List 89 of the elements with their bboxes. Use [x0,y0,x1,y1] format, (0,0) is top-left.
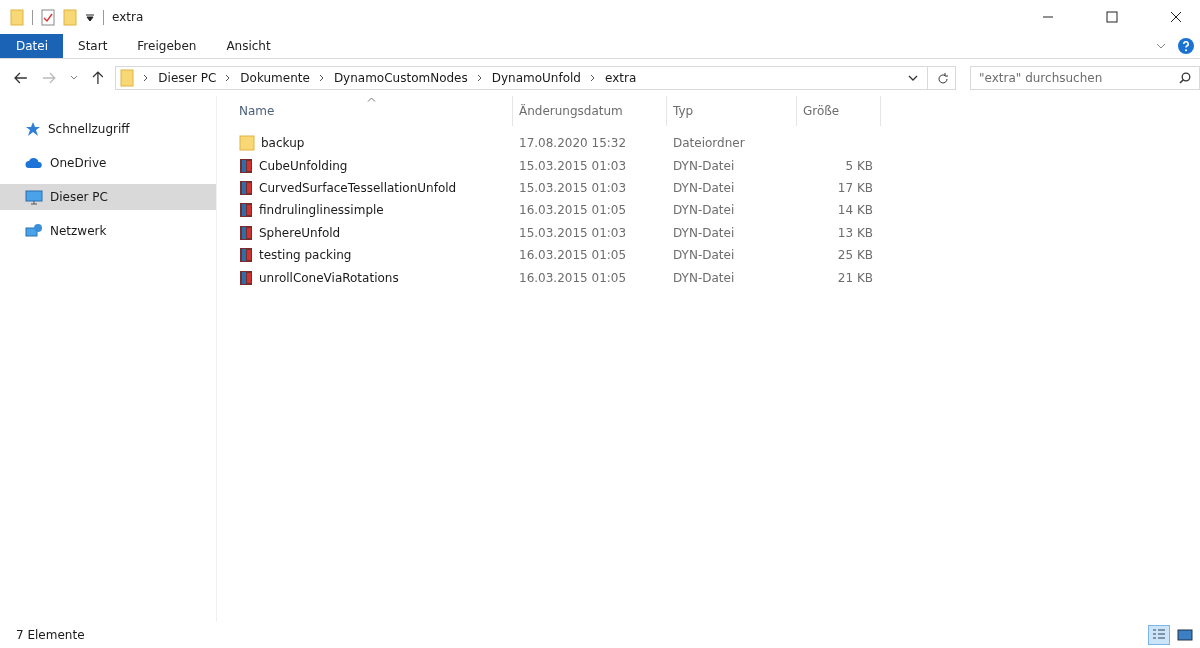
date-cell: 17.08.2020 15:32 [519,136,627,151]
type-cell: DYN-Datei [673,248,735,263]
file-row[interactable]: unrollConeViaRotations 16.03.2015 01:05 DYN-Datei 21 KB [233,266,1200,289]
date-cell: 15.03.2015 01:03 [519,225,627,240]
file-name: findrulinglinessimple [259,203,384,218]
refresh-icon[interactable] [937,71,949,85]
chevron-right-icon[interactable] [143,74,150,82]
file-name: testing packing [259,248,352,263]
size-cell: 21 KB [837,270,873,285]
image-icon [1177,628,1193,642]
sidebar-item[interactable]: Schnellzugriff [0,116,216,142]
date-cell: 15.03.2015 01:03 [519,158,627,173]
file-icon [239,269,253,286]
chevron-right-icon[interactable] [318,74,325,82]
file-row[interactable]: CubeUnfolding 15.03.2015 01:03 DYN-Datei 5 KB [233,154,1200,177]
file-name: CurvedSurfaceTessellationUnfold [259,180,457,195]
type-cell: Dateiordner [673,136,745,151]
date-cell: 16.03.2015 01:05 [519,248,627,263]
search-icon [1179,72,1191,84]
sidebar-label: Dieser PC [50,190,108,204]
file-tab[interactable]: Datei [0,34,63,58]
file-row[interactable]: SphereUnfold 15.03.2015 01:03 DYN-Datei 13 KB [233,221,1200,244]
chevron-right-icon[interactable] [590,74,596,82]
help-icon[interactable] [1178,38,1194,54]
file-row[interactable]: findrulinglinessimple 16.03.2015 01:05 DYN-Datei 14 KB [233,199,1200,222]
file-icon [239,247,253,264]
breadcrumb-item[interactable]: Dokumente [240,71,310,85]
dropdown-icon[interactable] [85,12,95,22]
search-field[interactable]: "extra" durchsuchen [970,66,1200,90]
file-icon [239,202,253,219]
column-header[interactable]: Name [233,96,513,126]
up-arrow-icon[interactable] [91,71,104,85]
size-cell: 17 KB [837,180,873,195]
sidebar-label: OneDrive [50,156,107,170]
date-cell: 16.03.2015 01:05 [519,270,627,285]
chevron-right-icon[interactable] [476,74,483,82]
sidebar-item[interactable]: Netzwerk [0,218,216,244]
type-cell: DYN-Datei [673,158,735,173]
file-name: SphereUnfold [259,225,341,240]
back-arrow-icon[interactable] [14,72,28,84]
maximize-icon[interactable] [1106,11,1118,23]
network-icon [25,223,43,239]
file-name: CubeUnfolding [259,158,348,173]
date-cell: 16.03.2015 01:05 [519,203,627,218]
item-count: 7 Elemente [16,628,85,642]
star-icon [25,121,41,137]
type-cell: DYN-Datei [673,225,735,240]
column-header[interactable]: Größe [797,96,881,126]
breadcrumb-item[interactable]: extra [605,71,637,85]
chevron-down-icon[interactable] [908,74,918,82]
close-icon[interactable] [1170,11,1182,23]
file-row[interactable]: testing packing 16.03.2015 01:05 DYN-Datei 25 KB [233,243,1200,267]
type-cell: DYN-Datei [673,203,735,218]
size-cell: 25 KB [837,248,873,263]
date-cell: 15.03.2015 01:03 [519,180,627,195]
breadcrumb-item[interactable]: DynamoUnfold [491,71,581,85]
file-icon [239,179,253,196]
type-cell: DYN-Datei [673,270,735,285]
breadcrumb-item[interactable]: DynamoCustomNodes [333,71,468,85]
file-row[interactable]: CurvedSurfaceTessellationUnfold 15.03.2015 01:03 DYN-Datei 17 KB [233,176,1200,200]
size-cell: 5 KB [845,158,873,173]
folder-icon [120,69,135,87]
ribbon-tab[interactable]: Freigeben [122,34,212,58]
file-row[interactable]: backup 17.08.2020 15:32 Dateiordner [233,132,1200,155]
type-cell: DYN-Datei [673,180,735,195]
chevron-right-icon[interactable] [225,74,232,82]
sidebar-label: Schnellzugriff [48,122,130,136]
column-header[interactable]: Typ [667,96,797,126]
file-name: backup [261,136,305,151]
sidebar-item[interactable]: Dieser PC [0,184,216,210]
size-cell: 13 KB [837,225,873,240]
breadcrumb-item[interactable]: Dieser PC [158,71,217,85]
size-cell: 14 KB [837,203,873,218]
sidebar-item[interactable]: OneDrive [0,150,216,176]
properties-icon[interactable] [41,8,55,26]
window-title: extra [112,10,144,24]
address-bar[interactable]: Dieser PC Dokumente DynamoCustomNodes DynamoUnfold extra [115,66,956,90]
ribbon-tab[interactable]: Start [63,34,123,58]
column-header[interactable]: Änderungsdatum [513,96,667,126]
folder-icon [239,135,255,152]
cloud-icon [25,157,43,169]
sidebar-label: Netzwerk [50,224,107,238]
file-name: unrollConeViaRotations [259,270,399,285]
sort-caret-icon [367,97,376,102]
file-icon [239,224,253,241]
ribbon-tab[interactable]: Ansicht [211,34,286,58]
monitor-icon [25,189,43,205]
list-icon [1151,628,1167,642]
file-icon [239,157,253,174]
